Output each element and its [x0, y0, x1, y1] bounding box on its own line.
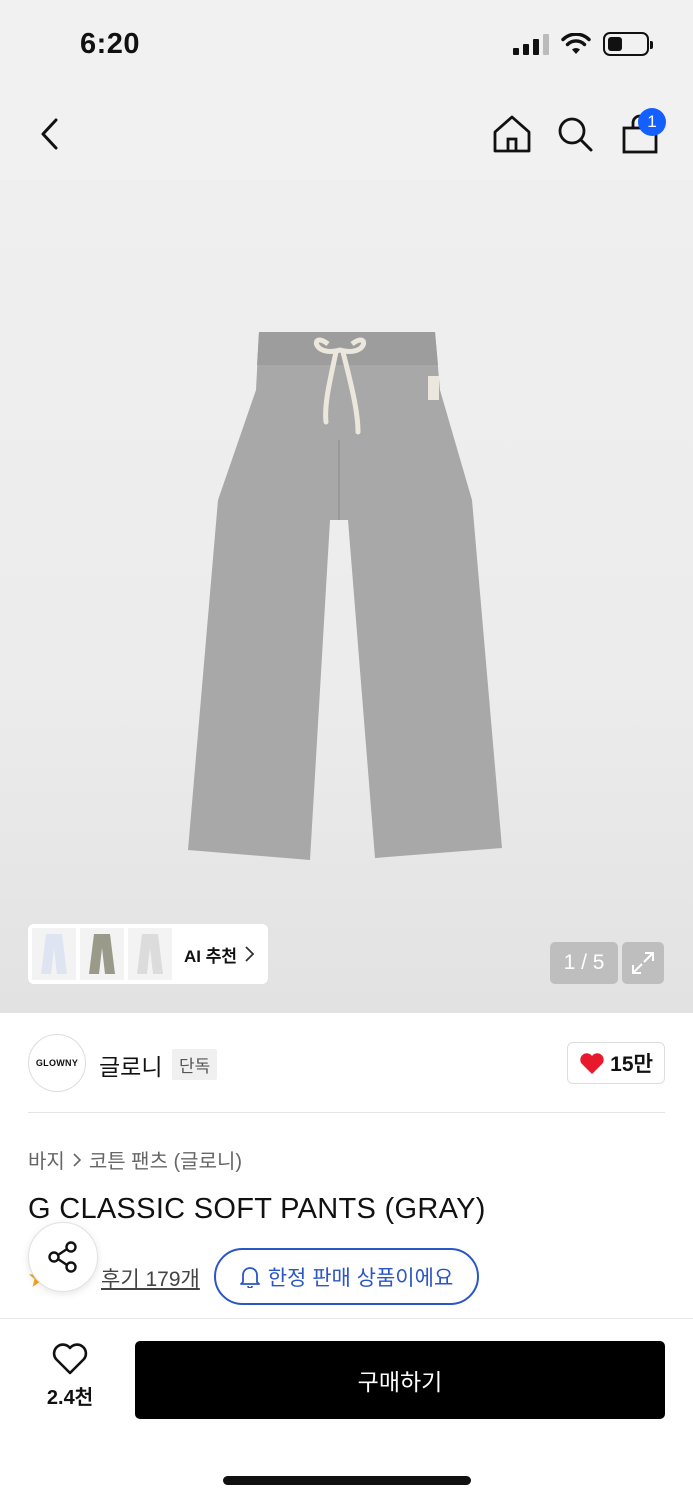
wifi-icon: [561, 33, 591, 54]
heart-filled-icon: [580, 1052, 604, 1074]
exclusive-badge: 단독: [172, 1049, 218, 1080]
expand-icon: [632, 952, 654, 974]
chevron-left-icon: [41, 118, 58, 150]
ai-recommend-label: AI 추천: [184, 946, 238, 966]
status-icons: [513, 32, 653, 56]
status-bar: 6:20: [0, 0, 693, 90]
search-button[interactable]: [547, 106, 603, 162]
brand-like-button[interactable]: 15만: [567, 1042, 665, 1084]
cart-count-badge: 1: [638, 108, 666, 136]
brand-like-count: 15만: [610, 1053, 653, 1076]
brand-name[interactable]: 글로니: [99, 1048, 162, 1082]
breadcrumb: 바지 코튼 팬츠 (글로니): [28, 1145, 242, 1174]
product-image-gray-pants: [188, 332, 502, 860]
wishlist-button[interactable]: 2.4천: [34, 1343, 106, 1410]
ai-thumbnail-light-pants[interactable]: [128, 928, 172, 980]
chevron-right-icon: [245, 946, 255, 962]
ai-thumbnail-khaki-pants[interactable]: [80, 928, 124, 980]
breadcrumb-category[interactable]: 바지: [28, 1145, 65, 1174]
brand-row: GLOWNY 글로니 단독 15만: [28, 1034, 665, 1092]
cellular-signal-icon: [513, 33, 549, 55]
battery-icon: [603, 32, 653, 56]
status-time: 6:20: [80, 28, 141, 60]
search-icon: [558, 117, 593, 152]
limited-sale-label: 한정 판매 상품이에요: [267, 1266, 454, 1290]
bottom-action-bar: 2.4천 구매하기: [0, 1318, 693, 1500]
cart-button[interactable]: 1: [612, 106, 668, 162]
home-button[interactable]: [484, 106, 540, 162]
product-image-gallery[interactable]: AI 추천 1 / 5: [0, 180, 693, 1013]
home-indicator: [223, 1476, 471, 1485]
share-button[interactable]: [28, 1222, 98, 1292]
product-title: G CLASSIC SOFT PANTS (GRAY): [28, 1193, 486, 1225]
breadcrumb-subcategory[interactable]: 코튼 팬츠 (글로니): [89, 1145, 242, 1174]
top-navigation: 1: [0, 90, 693, 180]
review-count-link[interactable]: 후기 179개: [101, 1263, 200, 1293]
chevron-right-icon: [73, 1152, 81, 1167]
ai-thumbnail-blue-pants[interactable]: [32, 928, 76, 980]
ai-recommend-link[interactable]: AI 추천: [184, 942, 255, 967]
expand-image-button[interactable]: [622, 942, 664, 984]
back-button[interactable]: [22, 106, 78, 162]
heart-outline-icon: [52, 1343, 88, 1375]
wishlist-count: 2.4천: [46, 1387, 94, 1409]
ai-recommend-card[interactable]: AI 추천: [28, 924, 268, 984]
buy-button[interactable]: 구매하기: [135, 1341, 665, 1419]
brand-logo[interactable]: GLOWNY: [28, 1034, 86, 1092]
share-icon: [48, 1241, 77, 1273]
limited-sale-button[interactable]: 한정 판매 상품이에요: [214, 1248, 479, 1305]
image-page-indicator: 1 / 5: [550, 942, 618, 984]
divider: [28, 1112, 665, 1113]
home-icon: [493, 115, 531, 153]
bell-icon: [239, 1266, 260, 1288]
